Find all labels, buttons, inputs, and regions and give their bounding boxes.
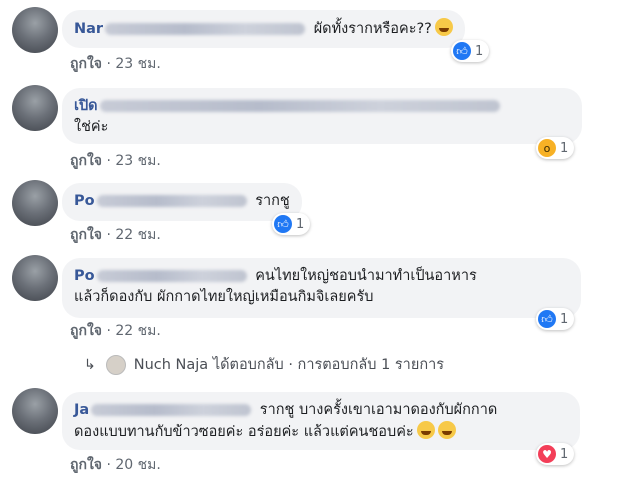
wink-emoji-icon xyxy=(434,18,453,36)
timestamp[interactable]: 23 ชม. xyxy=(115,153,160,169)
like-link[interactable]: ถูกใจ xyxy=(70,56,102,72)
comment-meta: ถูกใจ · 22 ชม. xyxy=(70,320,161,342)
timestamp[interactable]: 23 ชม. xyxy=(115,56,160,72)
avatar[interactable] xyxy=(12,85,58,131)
timestamp[interactable]: 22 ชม. xyxy=(115,323,160,339)
reply-author[interactable]: Nuch Naja xyxy=(134,357,208,373)
comment-bubble: Po รากชู xyxy=(62,183,302,221)
comment-meta: ถูกใจ · 23 ชม. xyxy=(70,53,161,75)
comment-meta: ถูกใจ · 22 ชม. xyxy=(70,224,161,246)
avatar[interactable] xyxy=(12,255,58,301)
like-icon: 👍︎ xyxy=(453,42,471,60)
reaction-count-badge[interactable]: ♥ 1 xyxy=(536,443,575,465)
avatar[interactable] xyxy=(12,388,58,434)
reply-avatar xyxy=(105,354,126,375)
like-link[interactable]: ถูกใจ xyxy=(70,153,102,169)
comment-bubble: Ja รากชู บางครั้งเขาเอามาดองกับผักกาด ดอ… xyxy=(62,392,580,450)
blurred-name xyxy=(99,100,500,112)
blurred-name xyxy=(105,23,306,35)
comment-author[interactable]: Nar xyxy=(74,21,103,37)
comment-meta: ถูกใจ · 20 ชม. xyxy=(70,454,161,476)
comment-author[interactable]: Po xyxy=(74,193,95,209)
separator: · xyxy=(106,153,111,169)
reaction-count-badge[interactable]: o 1 xyxy=(536,137,575,159)
reaction-count: 1 xyxy=(296,216,305,232)
wow-icon: o xyxy=(538,139,556,157)
timestamp[interactable]: 20 ชม. xyxy=(115,457,160,473)
separator: · xyxy=(106,227,111,243)
reaction-count: 1 xyxy=(560,446,569,462)
comment-author[interactable]: เปิด xyxy=(74,98,98,114)
comment-text-line1: รากชู บางครั้งเขาเอามาดองกับผักกาด xyxy=(259,402,498,418)
separator: · xyxy=(106,457,111,473)
comment-text: ผัดทั้งรากหรือคะ?? xyxy=(313,21,432,37)
comment-bubble: เปิด ใช่ค่ะ xyxy=(62,88,582,144)
comment-author[interactable]: Po xyxy=(74,268,95,284)
comment-text-line2: ดองแบบทานกับข้าวซอยค่ะ อร่อยค่ะ แล้วแต่ค… xyxy=(74,424,414,440)
like-link[interactable]: ถูกใจ xyxy=(70,457,102,473)
reaction-count-badge[interactable]: 👍︎ 1 xyxy=(536,308,575,330)
avatar[interactable] xyxy=(12,7,58,53)
reaction-count-badge[interactable]: 👍︎ 1 xyxy=(451,40,490,62)
reply-summary[interactable]: ได้ตอบกลับ · การตอบกลับ 1 รายการ xyxy=(213,353,444,376)
timestamp[interactable]: 22 ชม. xyxy=(115,227,160,243)
reply-arrow-icon: ↳ xyxy=(84,356,96,373)
comment-text-line1: คนไทยใหญ่ชอบนำมาทำเป็นอาหาร xyxy=(255,268,477,284)
separator: · xyxy=(106,323,111,339)
comment-text-line2: แล้วก็ดองกับ ผักกาดไทยใหญ่เหมือนกิมจิเลย… xyxy=(74,289,374,305)
reaction-count: 1 xyxy=(560,140,569,156)
comment-author[interactable]: Ja xyxy=(74,402,89,418)
comment-bubble: Nar ผัดทั้งรากหรือคะ?? xyxy=(62,10,465,48)
grin-emoji-icon xyxy=(416,421,435,439)
comment-meta: ถูกใจ · 23 ชม. xyxy=(70,150,161,172)
heart-eyes-emoji-icon xyxy=(437,421,456,439)
like-link[interactable]: ถูกใจ xyxy=(70,227,102,243)
avatar[interactable] xyxy=(12,180,58,226)
blurred-name xyxy=(96,195,247,207)
comment-text: ใช่ค่ะ xyxy=(74,119,109,135)
like-icon: 👍︎ xyxy=(538,310,556,328)
view-replies-link[interactable]: ↳ Nuch Naja ได้ตอบกลับ · การตอบกลับ 1 รา… xyxy=(84,353,444,376)
like-link[interactable]: ถูกใจ xyxy=(70,323,102,339)
comment-bubble: Po คนไทยใหญ่ชอบนำมาทำเป็นอาหาร แล้วก็ดอง… xyxy=(62,258,581,318)
separator: · xyxy=(106,56,111,72)
like-icon: 👍︎ xyxy=(274,215,292,233)
reaction-count: 1 xyxy=(560,311,569,327)
blurred-name xyxy=(91,404,252,416)
blurred-name xyxy=(96,270,247,282)
comment-text: รากชู xyxy=(255,193,290,209)
reaction-count: 1 xyxy=(475,43,484,59)
love-icon: ♥ xyxy=(538,445,556,463)
reaction-count-badge[interactable]: 👍︎ 1 xyxy=(272,213,311,235)
